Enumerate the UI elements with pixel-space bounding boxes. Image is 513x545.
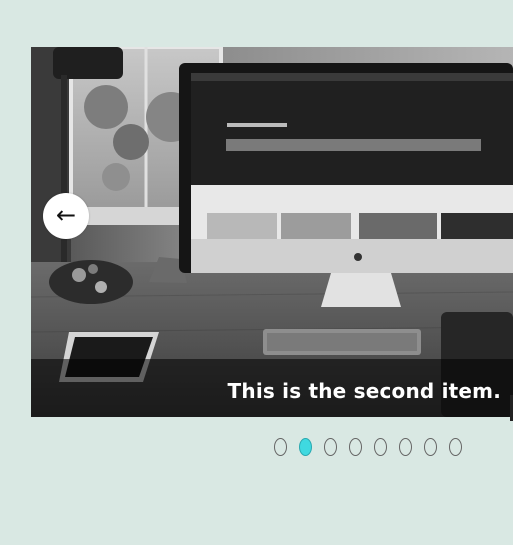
carousel-dot-8[interactable] (449, 438, 462, 456)
carousel-dot-6[interactable] (399, 438, 412, 456)
arrow-left-icon: ← (55, 201, 77, 229)
slide-caption: This is the second item. (227, 379, 501, 403)
carousel-dot-5[interactable] (374, 438, 387, 456)
previous-slide-button[interactable]: ← (43, 193, 89, 239)
carousel-dot-1[interactable] (274, 438, 287, 456)
carousel-dot-2[interactable] (299, 438, 312, 456)
carousel-indicators (274, 438, 462, 456)
carousel-dot-3[interactable] (324, 438, 337, 456)
carousel-dot-4[interactable] (349, 438, 362, 456)
carousel-dot-7[interactable] (424, 438, 437, 456)
page: This is the second item. ← (0, 0, 513, 545)
caption-bar: This is the second item. (31, 359, 513, 417)
image-carousel: This is the second item. (31, 47, 513, 417)
